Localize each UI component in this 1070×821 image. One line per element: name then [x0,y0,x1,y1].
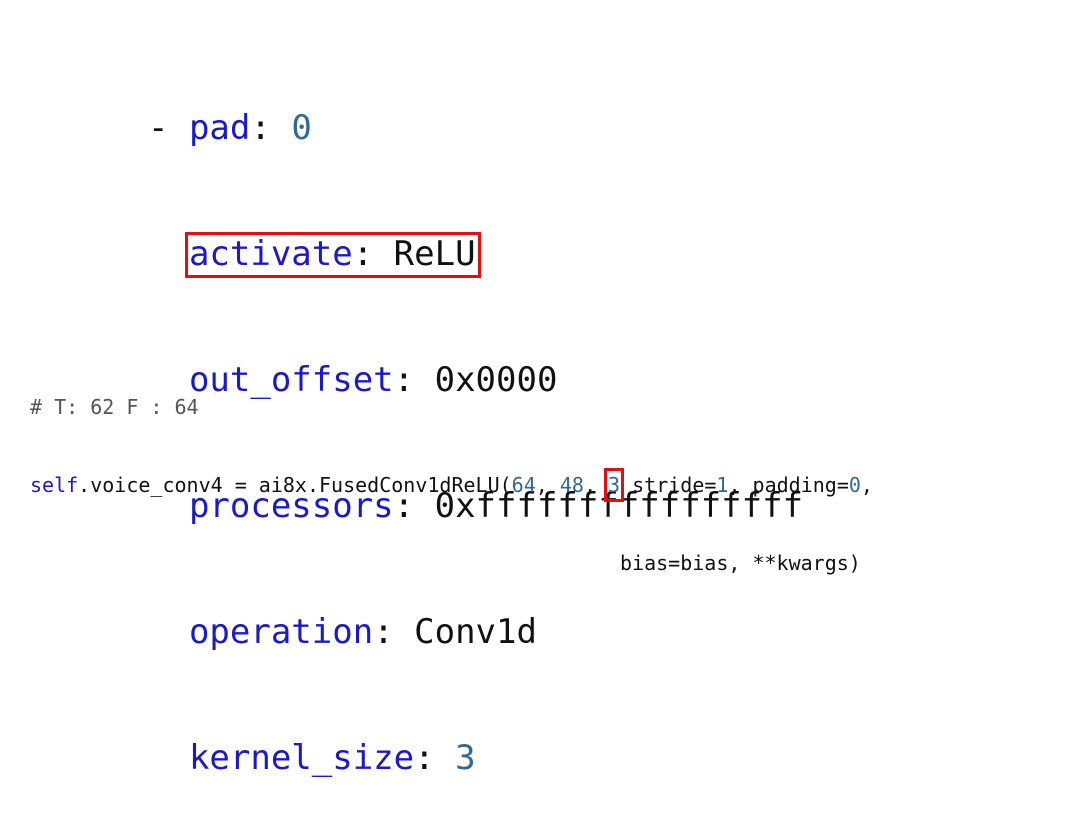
code-padding-label: , padding= [728,473,849,497]
list-dash: - [148,108,189,148]
yaml-colon: : [414,738,456,778]
yaml-value-kernel-size: 3 [455,738,476,778]
yaml-key-operation: operation [188,612,374,652]
yaml-value-pad: 0 [291,108,312,148]
code-line2-args: bias=bias, **kwargs) [620,551,861,575]
yaml-line-operation: operation: Conv1d [148,611,803,653]
python-code-block: # T: 62 F : 64 self.voice_conv4 = ai8x.F… [30,342,873,602]
code-line1-call: .voice_conv4 = ai8x.FusedConv1dReLU( [78,473,512,497]
yaml-colon: : [373,612,415,652]
code-line-2: bias=bias, **kwargs) [30,550,873,576]
code-stride-value: 1 [716,473,729,497]
code-self-keyword: self [30,473,79,497]
code-padding-value: 0 [848,473,861,497]
yaml-key-pad: pad [188,108,251,148]
code-separator: , [583,473,609,497]
code-arg-out-channels: 48 [559,473,584,497]
code-line2-indent [30,551,620,575]
yaml-value-operation: Conv1d [414,612,537,652]
code-arg-in-channels: 64 [511,473,536,497]
code-arg-kernel-size-highlighted: 3 [604,468,625,502]
yaml-line-pad: - pad: 0 [148,107,803,149]
code-comment-line: # T: 62 F : 64 [30,394,873,420]
code-trailing-comma: , [860,473,873,497]
yaml-line-kernel-size: kernel_size: 3 [148,737,803,779]
code-comment: # T: 62 F : 64 [30,395,199,419]
code-separator: , [535,473,560,497]
yaml-key-kernel-size: kernel_size [188,738,415,778]
kernel-size-highlight-box [185,232,481,278]
code-stride-label: stride= [620,473,717,497]
yaml-colon: : [250,108,292,148]
code-line-1: self.voice_conv4 = ai8x.FusedConv1dReLU(… [30,468,873,502]
